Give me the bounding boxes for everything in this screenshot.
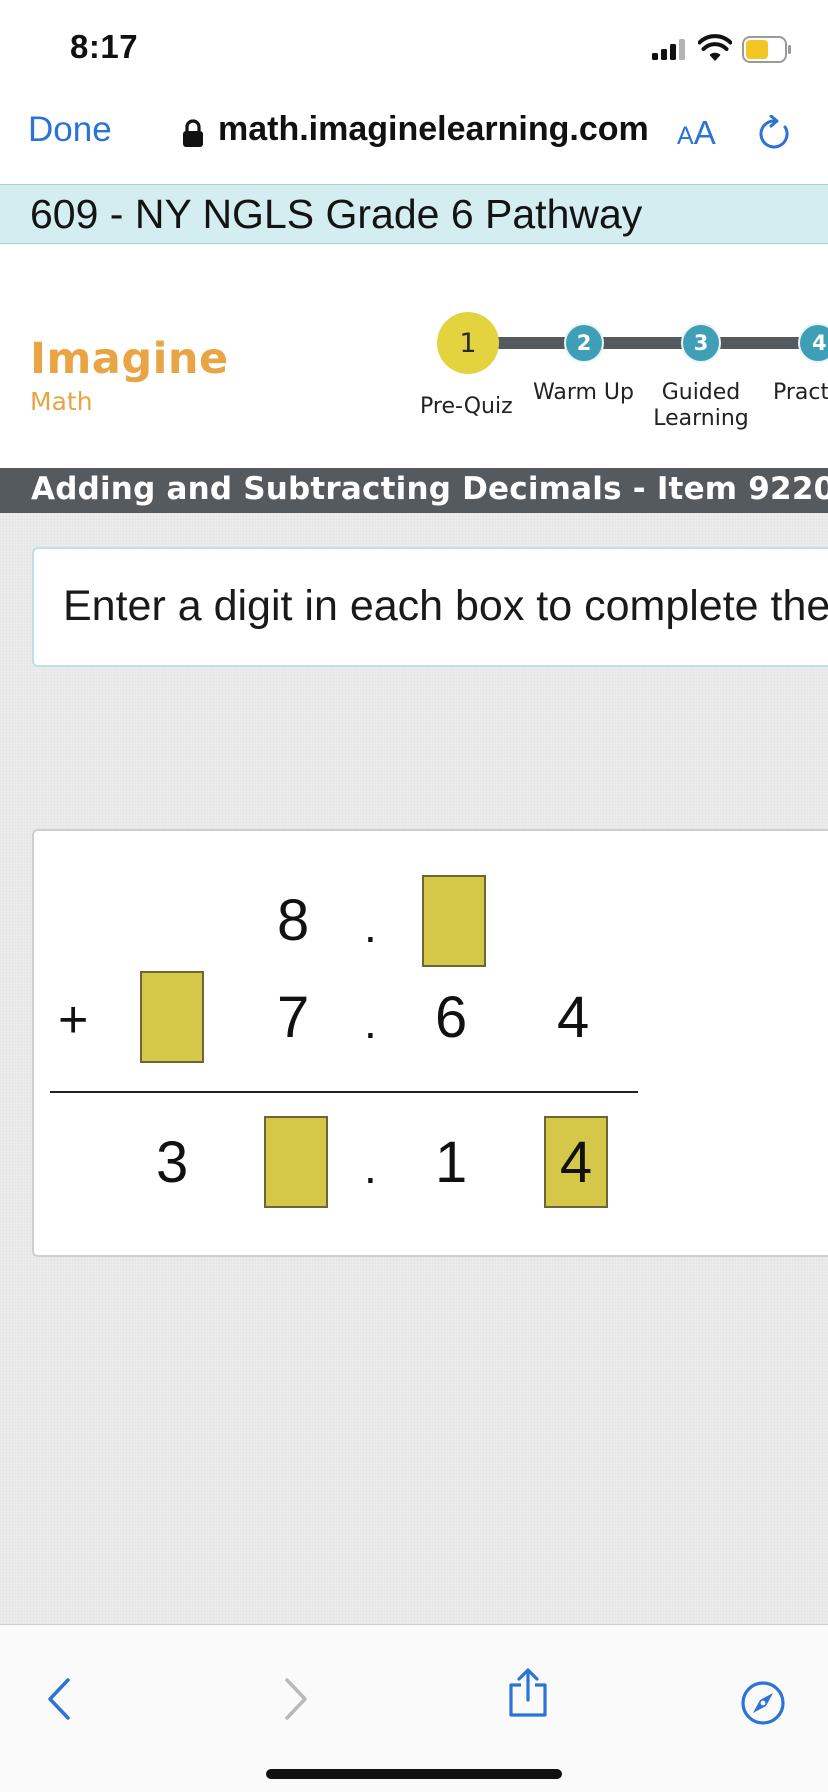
reload-icon[interactable]: [756, 115, 794, 153]
row2-tenths-digit: 6: [435, 985, 468, 1050]
step-label-practice: Pract: [773, 380, 828, 405]
battery-icon: [742, 36, 791, 63]
question-prompt: Enter a digit in each box to complete th…: [63, 582, 828, 630]
answer-hundredths-input[interactable]: 4: [544, 1116, 608, 1208]
lesson-title-bar: Adding and Subtracting Decimals - Item 9…: [0, 468, 828, 513]
sum-line: [50, 1091, 638, 1093]
status-time: 8:17: [70, 28, 139, 65]
text-size-large-label: A: [693, 114, 716, 151]
forward-icon[interactable]: [281, 1677, 311, 1721]
logo-name: Imagine: [30, 334, 229, 384]
text-size-small-label: A: [677, 122, 694, 150]
step-label-pre-quiz: Pre-Quiz: [420, 394, 513, 419]
row2-ones-digit: 7: [277, 985, 310, 1050]
cellular-signal-icon: [652, 38, 688, 60]
row1-decimal-point: .: [364, 900, 377, 952]
addition-problem: 8 . + 7 . 6 4 3 . 1 4: [32, 829, 828, 1257]
row2-hundredths-digit: 4: [557, 985, 590, 1050]
step-label-guided-line1: Guided: [661, 380, 741, 405]
row1-tenths-input[interactable]: [422, 875, 486, 967]
step-3-guided-learning[interactable]: 3: [681, 323, 721, 363]
step-4-practice[interactable]: 4: [798, 323, 828, 363]
step-label-guided-learning: Guided Learning: [650, 380, 752, 432]
course-title: 609 - NY NGLS Grade 6 Pathway: [30, 191, 643, 237]
step-label-guided-line2: Learning: [653, 406, 749, 431]
course-banner: 609 - NY NGLS Grade 6 Pathway: [0, 184, 828, 244]
browser-toolbar: [0, 1624, 828, 1792]
progress-track: [470, 337, 828, 349]
row2-decimal-point: .: [364, 996, 377, 1048]
row1-ones-digit: 8: [277, 888, 310, 953]
text-size-button[interactable]: AA: [677, 114, 716, 152]
step-label-warm-up: Warm Up: [533, 380, 634, 405]
lock-icon: [183, 119, 203, 147]
row2-tens-input[interactable]: [140, 971, 204, 1063]
step-2-warm-up[interactable]: 2: [564, 323, 604, 363]
done-button[interactable]: Done: [28, 110, 112, 150]
answer-tens-digit: 3: [156, 1130, 189, 1195]
compass-icon[interactable]: [740, 1680, 786, 1726]
lesson-header: Imagine Math 1 2 3 4 Pre-Quiz Warm Up Gu…: [0, 244, 828, 468]
status-bar: 8:17: [0, 0, 828, 92]
logo-product: Math: [30, 387, 93, 416]
imagine-math-logo: Imagine Math: [30, 334, 229, 416]
answer-ones-input[interactable]: [264, 1116, 328, 1208]
browser-address-bar: Done math.imaginelearning.com AA: [0, 92, 828, 184]
back-icon[interactable]: [44, 1677, 74, 1721]
url-text[interactable]: math.imaginelearning.com: [218, 110, 649, 149]
question-prompt-box: Enter a digit in each box to complete th…: [32, 547, 828, 667]
wifi-icon: [698, 34, 732, 61]
plus-sign: +: [58, 991, 89, 1049]
step-1-pre-quiz[interactable]: 1: [437, 312, 499, 374]
share-icon[interactable]: [506, 1668, 550, 1718]
home-indicator[interactable]: [266, 1769, 562, 1779]
question-area: Enter a digit in each box to complete th…: [0, 513, 828, 1624]
answer-decimal-point: .: [364, 1141, 377, 1193]
lesson-title: Adding and Subtracting Decimals - Item 9…: [31, 471, 828, 507]
answer-tenths-digit: 1: [435, 1130, 468, 1195]
